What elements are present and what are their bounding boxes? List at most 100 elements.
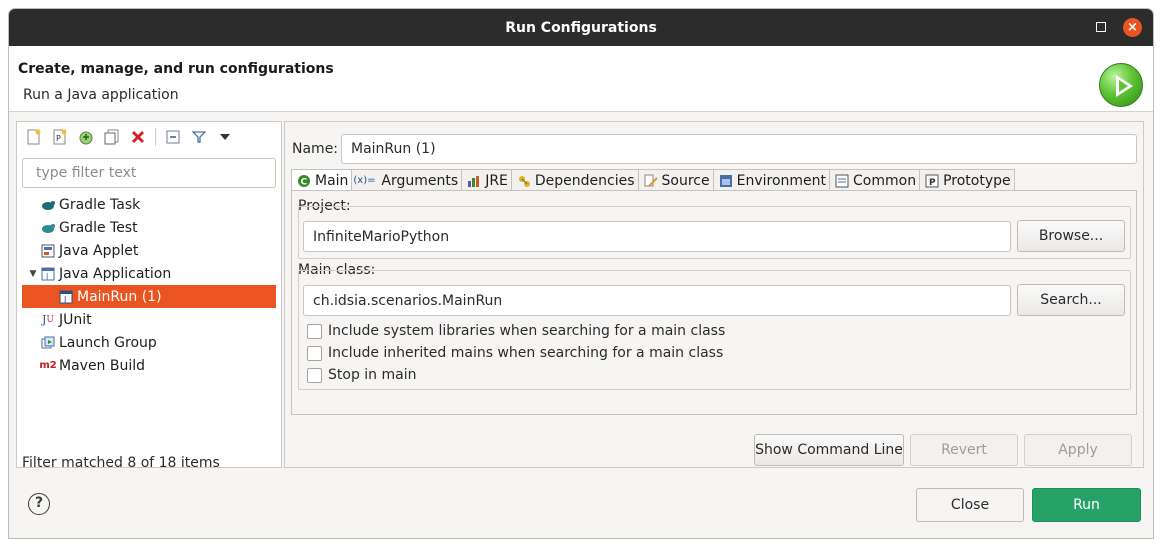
filter-icon[interactable]	[188, 126, 210, 148]
tab-common[interactable]: Common	[829, 169, 921, 191]
svg-text:C: C	[301, 178, 308, 188]
java-app-icon: J	[40, 266, 56, 282]
checkbox-label: Include system libraries when searching …	[328, 323, 726, 339]
main-tab-content: Project: Browse... Main class: Search...…	[291, 190, 1137, 415]
include-system-libraries-checkbox[interactable]: Include system libraries when searching …	[307, 321, 725, 341]
run-configurations-dialog: Run Configurations × Create, manage, and…	[8, 8, 1154, 539]
tree-item-label: Gradle Task	[59, 196, 141, 213]
filter-status-text: Filter matched 8 of 18 items	[22, 455, 220, 471]
tab-main[interactable]: C Main	[291, 169, 353, 192]
configuration-list-panel: P type filter text Gradle Task Gradle Te…	[16, 121, 282, 471]
revert-button[interactable]: Revert	[910, 434, 1018, 466]
junit-icon: JU	[41, 313, 54, 326]
run-label: Run	[1073, 497, 1100, 513]
tab-label: Common	[853, 172, 917, 189]
source-icon	[643, 173, 659, 189]
stop-in-main-checkbox[interactable]: Stop in main	[307, 365, 416, 385]
new-prototype-icon[interactable]: P	[49, 126, 71, 148]
left-toolbar: P	[23, 126, 240, 148]
apply-button[interactable]: Apply	[1024, 434, 1132, 466]
jre-icon	[466, 173, 482, 189]
maximize-icon[interactable]	[1096, 22, 1106, 32]
header-title: Create, manage, and run configurations	[18, 61, 334, 77]
tree-item-maven-build[interactable]: m2 Maven Build	[22, 354, 276, 377]
tree-item-label: Maven Build	[59, 357, 146, 374]
prototype-icon: P	[924, 173, 940, 189]
expand-arrow-icon[interactable]: ▼	[26, 269, 40, 279]
java-app-icon: J	[58, 289, 74, 305]
dependencies-icon	[516, 173, 532, 189]
tab-jre[interactable]: JRE	[461, 169, 512, 191]
tree-item-label: MainRun (1)	[77, 288, 162, 305]
run-banner-icon	[1099, 63, 1143, 107]
tree-item-junit[interactable]: JU JUnit	[22, 308, 276, 331]
dialog-header: Create, manage, and run configurations R…	[9, 46, 1153, 112]
name-label: Name:	[292, 141, 339, 157]
search-label: Search...	[1040, 292, 1102, 308]
checkbox-box[interactable]	[307, 345, 322, 361]
new-configuration-icon[interactable]	[23, 126, 45, 148]
delete-icon[interactable]	[127, 126, 149, 148]
tree-item-label: JUnit	[59, 311, 92, 328]
tree-item-java-application[interactable]: ▼ J Java Application	[22, 262, 276, 285]
checkbox-box[interactable]	[307, 367, 322, 383]
svg-text:J: J	[45, 272, 48, 281]
tree-item-label: Launch Group	[59, 334, 157, 351]
window-title: Run Configurations	[505, 19, 657, 36]
search-button[interactable]: Search...	[1017, 284, 1125, 316]
main-tab-icon: C	[296, 173, 312, 189]
tab-source[interactable]: Source	[637, 169, 714, 191]
show-command-line-button[interactable]: Show Command Line	[754, 434, 904, 466]
browse-label: Browse...	[1038, 228, 1104, 244]
tree-item-label: Java Applet	[59, 242, 139, 259]
gradle-icon	[40, 197, 56, 213]
tree-item-java-applet[interactable]: Java Applet	[22, 239, 276, 262]
tab-label: Source	[661, 172, 710, 189]
export-icon[interactable]	[75, 126, 97, 148]
config-tabs: C Main (x)= Arguments JRE Dependencies S…	[291, 169, 1015, 192]
close-window-icon[interactable]: ×	[1123, 18, 1142, 37]
tree-item-label: Java Application	[59, 265, 172, 282]
project-field[interactable]	[303, 221, 1011, 252]
view-menu-icon[interactable]	[214, 126, 236, 148]
tree-item-gradle-task[interactable]: Gradle Task	[22, 193, 276, 216]
common-icon	[834, 173, 850, 189]
svg-text:P: P	[929, 178, 936, 188]
apply-label: Apply	[1058, 442, 1098, 458]
tab-arguments[interactable]: (x)= Arguments	[351, 169, 463, 191]
tree-item-gradle-test[interactable]: Gradle Test	[22, 216, 276, 239]
duplicate-icon[interactable]	[101, 126, 123, 148]
include-inherited-mains-checkbox[interactable]: Include inherited mains when searching f…	[307, 343, 723, 363]
tree-item-mainrun[interactable]: J MainRun (1)	[22, 285, 276, 308]
name-field[interactable]	[341, 134, 1137, 164]
browse-button[interactable]: Browse...	[1017, 220, 1125, 252]
tab-label: Main	[315, 173, 349, 189]
applet-icon	[40, 243, 56, 259]
close-label: Close	[950, 497, 990, 513]
tab-label: JRE	[485, 172, 508, 189]
configuration-tree: Gradle Task Gradle Test Java Applet ▼ J	[22, 193, 276, 377]
run-button[interactable]: Run	[1032, 488, 1141, 522]
tab-prototype[interactable]: P Prototype	[919, 169, 1015, 191]
launch-group-icon	[40, 335, 56, 351]
tab-dependencies[interactable]: Dependencies	[510, 169, 639, 191]
revert-label: Revert	[941, 442, 987, 458]
main-class-field[interactable]	[303, 285, 1011, 316]
svg-text:J: J	[63, 295, 66, 304]
tree-item-label: Gradle Test	[59, 219, 138, 236]
collapse-all-icon[interactable]	[162, 126, 184, 148]
show-command-line-label: Show Command Line	[755, 442, 903, 458]
tab-label: Dependencies	[534, 172, 635, 189]
checkbox-label: Include inherited mains when searching f…	[328, 345, 724, 361]
svg-text:P: P	[56, 134, 61, 143]
checkbox-box[interactable]	[307, 323, 322, 339]
maven-icon: m2	[39, 360, 57, 371]
help-icon[interactable]: ?	[28, 493, 50, 515]
arguments-icon: (x)=	[353, 175, 376, 186]
close-button[interactable]: Close	[916, 488, 1024, 522]
checkbox-label: Stop in main	[328, 367, 417, 383]
tree-item-launch-group[interactable]: Launch Group	[22, 331, 276, 354]
filter-input[interactable]	[22, 158, 276, 188]
tab-environment[interactable]: Environment	[712, 169, 831, 191]
title-bar[interactable]: Run Configurations ×	[9, 9, 1153, 46]
